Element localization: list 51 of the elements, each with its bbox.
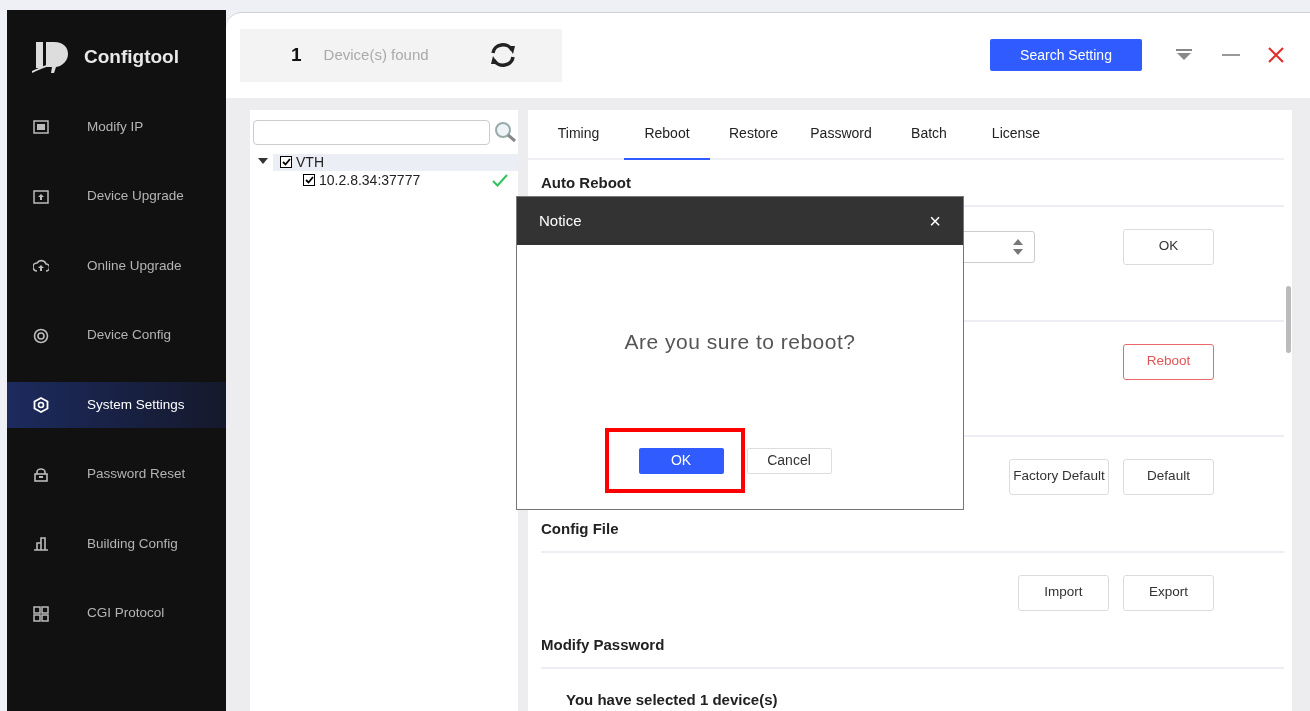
sidebar-item[interactable]: Device Config: [7, 312, 226, 359]
checkbox[interactable]: [303, 174, 315, 186]
sidebar-item[interactable]: Modify IP: [7, 104, 226, 150]
target-icon: [33, 327, 49, 344]
scrollbar-thumb[interactable]: [1286, 285, 1291, 353]
section-title: Modify Password: [541, 635, 665, 655]
dialog-message: Are you sure to reboot?: [623, 329, 857, 355]
dialog-title: Notice: [539, 210, 583, 231]
selection-info: You have selected 1 device(s): [565, 689, 779, 710]
sidebar-item[interactable]: CGI Protocol: [7, 590, 226, 637]
button[interactable]: OK: [638, 447, 724, 474]
sidebar-item[interactable]: Online Upgrade: [7, 243, 226, 289]
ip-icon: [33, 119, 49, 135]
upload-icon: [33, 188, 49, 205]
refresh-icon[interactable]: [488, 43, 517, 68]
tab[interactable]: Reboot: [624, 109, 710, 160]
sidebar-item[interactable]: Password Reset: [7, 451, 226, 498]
search-icon[interactable]: [494, 121, 518, 143]
grid-icon: [33, 605, 49, 622]
close-button[interactable]: ×: [929, 211, 941, 231]
button[interactable]: Factory Default: [1009, 458, 1109, 495]
cloud-upload-icon: [33, 258, 49, 274]
tab[interactable]: License: [973, 109, 1059, 160]
button[interactable]: Import: [1018, 574, 1109, 611]
section-title: Config File: [541, 519, 619, 539]
sidebar-item[interactable]: Building Config: [7, 521, 226, 567]
search-setting-button[interactable]: Search Setting: [990, 39, 1142, 72]
button[interactable]: Default: [1123, 458, 1214, 495]
device-count-label: Device(s) found: [323, 45, 429, 65]
button[interactable]: Export: [1123, 574, 1214, 611]
expand-arrow-icon[interactable]: [258, 158, 270, 166]
app-logo-text: Configtool: [84, 44, 179, 69]
tab[interactable]: Timing: [533, 109, 624, 160]
search-field[interactable]: [253, 119, 490, 145]
hexagon-icon: [33, 397, 49, 413]
dropdown-icon[interactable]: [1176, 49, 1192, 62]
sidebar-item[interactable]: Device Upgrade: [7, 173, 226, 220]
button[interactable]: Cancel: [746, 447, 832, 474]
lock-icon: [33, 466, 49, 483]
tab[interactable]: Batch: [885, 109, 973, 160]
close-icon[interactable]: [1268, 47, 1284, 64]
section-title: Auto Reboot: [541, 173, 631, 193]
tab[interactable]: Restore: [710, 109, 797, 160]
button[interactable]: OK: [1123, 228, 1214, 265]
sidebar-item[interactable]: System Settings: [7, 382, 226, 428]
minimize-icon[interactable]: [1222, 53, 1240, 57]
building-icon: [33, 536, 49, 552]
device-count: 1: [291, 43, 302, 67]
tab[interactable]: Password: [797, 109, 885, 160]
button[interactable]: Reboot: [1123, 343, 1214, 380]
checkbox[interactable]: [280, 156, 292, 168]
